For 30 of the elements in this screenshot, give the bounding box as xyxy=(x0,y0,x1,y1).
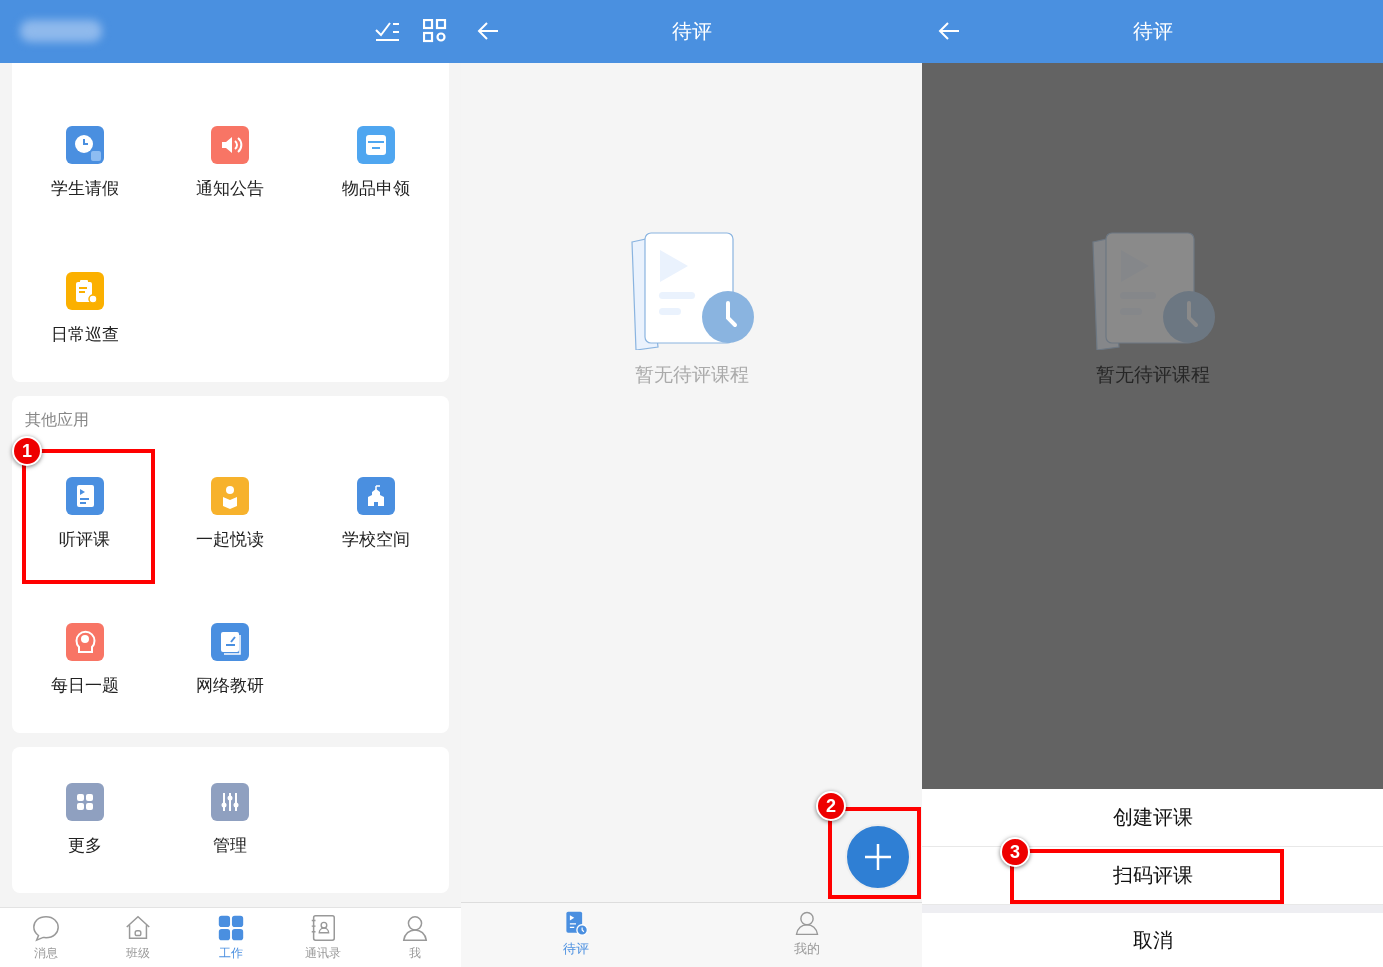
checklist-icon xyxy=(375,20,401,42)
app-button[interactable]: 通知公告 xyxy=(157,90,304,236)
back-arrow-icon xyxy=(938,21,960,41)
plus-icon xyxy=(864,843,892,871)
section-title: 其他应用 xyxy=(24,409,90,431)
tab-bar-item[interactable]: 工作 xyxy=(184,908,277,967)
cancel-button[interactable]: 取消 xyxy=(1128,918,1177,962)
chat-bubble-icon xyxy=(31,913,62,943)
empty-message: 暂无待评课程 xyxy=(1095,362,1210,387)
sheet-option[interactable]: 创建评课 xyxy=(1108,796,1197,839)
apps-settings-button[interactable] xyxy=(423,19,447,43)
step-badge: 2 xyxy=(816,791,846,821)
app-button[interactable]: 更多 xyxy=(12,747,158,893)
app-button[interactable]: 每日一题 xyxy=(12,587,158,733)
app-button[interactable]: 网络教研 xyxy=(157,587,304,733)
app-button[interactable]: 物品申领 xyxy=(303,90,449,236)
back-arrow-icon xyxy=(477,21,499,41)
step-badge: 1 xyxy=(12,436,42,466)
empty-message: 暂无待评课程 xyxy=(634,362,749,387)
app-button[interactable]: 日常巡查 xyxy=(12,236,158,382)
app-button[interactable]: 一起悦读 xyxy=(157,441,304,587)
tasks-button[interactable] xyxy=(375,20,401,42)
step-badge: 3 xyxy=(1000,837,1030,867)
sheet-option[interactable]: 扫码评课 xyxy=(1108,854,1197,897)
grid-settings-icon xyxy=(423,19,447,43)
app-button[interactable]: 学生请假 xyxy=(12,90,158,236)
screen-title: 待评 xyxy=(671,18,712,43)
screen-title: 待评 xyxy=(1132,18,1173,43)
app-button[interactable]: 学校空间 xyxy=(303,441,449,587)
app-button[interactable]: 管理 xyxy=(157,747,304,893)
